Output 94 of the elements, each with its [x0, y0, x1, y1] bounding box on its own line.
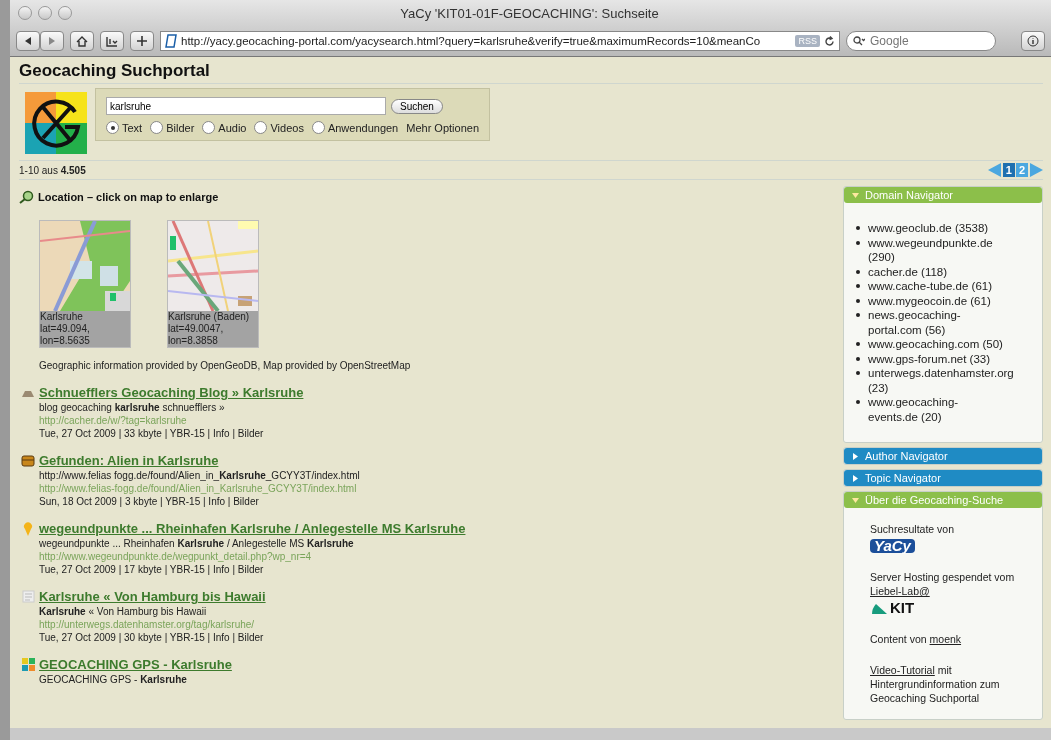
- search-input[interactable]: karlsruhe: [106, 97, 386, 115]
- result-title-link[interactable]: Schnuefflers Geocaching Blog » Karlsruhe: [39, 385, 304, 400]
- page-heading: Geocaching Suchportal: [19, 61, 1043, 84]
- house-icon: [76, 35, 88, 47]
- reload-icon[interactable]: [824, 35, 835, 47]
- map-caption: Karlsruhe: [40, 311, 84, 323]
- result-snippet: wegeundpunkte ... Rheinhafen Karlsruhe / Anlegestelle MS Karlsruhe: [39, 538, 355, 549]
- bullet-icon: [856, 356, 860, 361]
- caret-down-icon: [852, 191, 859, 199]
- about-text: Video-Tutorial mit Hintergrundinformation zum Geocaching Suchportal: [870, 663, 1001, 705]
- info-icon: [1027, 35, 1039, 47]
- page-number[interactable]: 1: [1002, 163, 1015, 177]
- pin-icon: [23, 521, 33, 536]
- geocaching-logo[interactable]: [25, 92, 87, 154]
- result-count: 1-10 aus 4.505: [19, 164, 86, 176]
- map-thumbnail[interactable]: Karlsruhe lat=49.094, lon=8.5635: [39, 220, 131, 348]
- domain-link[interactable]: www.geocaching.com (50): [868, 337, 1003, 352]
- bullet-icon: [856, 313, 860, 317]
- result-title-link[interactable]: Gefunden: Alien in Karlsruhe: [39, 453, 219, 468]
- type-radio[interactable]: Bilder: [150, 121, 195, 134]
- result-title-link[interactable]: GEOCACHING GPS - Karlsruhe: [39, 657, 232, 672]
- bullet-icon: [856, 371, 860, 375]
- type-radio[interactable]: Anwendungen: [311, 121, 399, 134]
- back-button[interactable]: [16, 31, 40, 51]
- kit-logo[interactable]: KIT: [870, 601, 1032, 615]
- result-meta: Tue, 27 Oct 2009 | 30 kbyte | YBR-15 | Info | Bilder: [39, 632, 265, 643]
- bullet-icon: [856, 226, 860, 230]
- result-title-link[interactable]: wegeundpunkte ... Rheinhafen Karlsruhe / Anlegestelle MS Karlsruhe: [39, 521, 466, 536]
- location-title: Location – click on map to enlarge: [38, 191, 219, 203]
- hosting-link[interactable]: Liebel-Lab@: [870, 585, 930, 597]
- domain-link[interactable]: www.wegeundpunkte.de (290): [868, 235, 1006, 265]
- result-snippet: GEOCACHING GPS - Karlsruhe: [39, 674, 188, 685]
- search-icon: [853, 36, 865, 46]
- map-caption: Karlsruhe (Baden): [168, 311, 251, 323]
- result-meta: Sun, 18 Oct 2009 | 3 kbyte | YBR-15 | Info | Bilder: [39, 496, 260, 507]
- bullet-icon: [856, 284, 860, 288]
- forward-icon: [48, 37, 56, 45]
- caret-right-icon: [852, 452, 859, 460]
- map-caption: lat=49.094,: [40, 323, 91, 335]
- search-field[interactable]: Google: [868, 33, 972, 49]
- bullet-icon: [856, 269, 860, 274]
- video-link[interactable]: Video-Tutorial: [870, 664, 935, 676]
- domain-link[interactable]: news.geocaching-portal.com (56): [868, 308, 1006, 337]
- info-button[interactable]: [1021, 31, 1045, 51]
- magnifier-icon: [19, 190, 35, 204]
- map-caption: lon=8.5635: [40, 335, 91, 347]
- panel-header[interactable]: Topic Navigator: [844, 470, 1042, 486]
- map-thumbnail[interactable]: Karlsruhe (Baden) lat=49.0047, lon=8.3858: [167, 220, 259, 348]
- type-radio[interactable]: Audio: [202, 121, 247, 134]
- tiles-icon: [21, 658, 35, 671]
- chest-icon: [21, 454, 35, 467]
- domain-link[interactable]: www.cache-tube.de (61): [868, 279, 992, 294]
- result-meta: Tue, 27 Oct 2009 | 33 kbyte | YBR-15 | Info | Bilder: [39, 428, 265, 439]
- address-field[interactable]: http://yacy.geocaching-portal.com/yacysearch.html?query=karlsruhe&verify=true&maximumRecords=10&meanCo RSS: [160, 31, 840, 51]
- content-link[interactable]: moenk: [929, 633, 962, 645]
- result-snippet: blog geocaching karlsruhe schnuefflers »: [39, 402, 226, 413]
- domain-link[interactable]: www.gps-forum.net (33): [868, 351, 991, 366]
- domain-link[interactable]: www.mygeocoin.de (61): [868, 293, 991, 308]
- bookmarks-icon: [105, 35, 119, 47]
- page-icon: [21, 590, 35, 603]
- type-radio[interactable]: Text: [106, 121, 143, 134]
- plus-icon: [137, 36, 147, 46]
- caret-right-icon: [852, 474, 859, 482]
- map-caption: lat=49.0047,: [168, 323, 225, 335]
- domain-link[interactable]: unterwegs.datenhamster.org (23): [868, 366, 1014, 395]
- result-snippet: Karlsruhe « Von Hamburg bis Hawaii: [39, 606, 208, 617]
- home-button[interactable]: [70, 31, 94, 51]
- bullet-icon: [856, 342, 860, 346]
- caret-down-icon: [852, 496, 859, 504]
- about-text: Suchresultate von: [870, 522, 956, 536]
- domain-link[interactable]: cacher.de (118): [868, 264, 948, 279]
- bullet-icon: [856, 298, 860, 303]
- type-radio[interactable]: Videos: [254, 121, 304, 134]
- domain-link[interactable]: www.geoclub.de (3538): [868, 221, 989, 236]
- bullet-icon: [856, 240, 860, 245]
- bullet-icon: [856, 400, 860, 404]
- map-caption: lon=8.3858: [168, 335, 219, 347]
- result-snippet: http://www.felias fogg.de/found/Alien_in_Karlsruhe_GCYY3T/index.html: [39, 470, 361, 481]
- result-meta: Tue, 27 Oct 2009 | 17 kbyte | YBR-15 | Info | Bilder: [39, 564, 265, 575]
- page-icon: [165, 34, 177, 48]
- back-icon: [24, 37, 32, 45]
- yacy-logo[interactable]: YaCy: [870, 539, 915, 553]
- panel-header[interactable]: Author Navigator: [844, 448, 1042, 464]
- map-credit: Geographic information provided by OpenGeoDB, Map provided by OpenStreetMap: [39, 360, 412, 371]
- about-text: Server Hosting gespendet vom Liebel-Lab@: [870, 570, 1016, 598]
- search-box[interactable]: Google: [846, 31, 996, 51]
- result-title-link[interactable]: Karlsruhe « Von Hamburg bis Hawaii: [39, 589, 266, 604]
- window-title: YaCy 'KIT01-01F-GEOCACHING': Suchseite: [400, 5, 659, 21]
- add-bookmark-button[interactable]: [130, 31, 154, 51]
- domain-link[interactable]: www.geocaching-events.de (20): [868, 395, 1006, 424]
- search-button[interactable]: Suchen: [391, 98, 443, 114]
- more-options-link[interactable]: Mehr Optionen: [406, 121, 479, 134]
- bookmarks-button[interactable]: [100, 31, 124, 51]
- about-text: Content von moenk: [870, 632, 963, 646]
